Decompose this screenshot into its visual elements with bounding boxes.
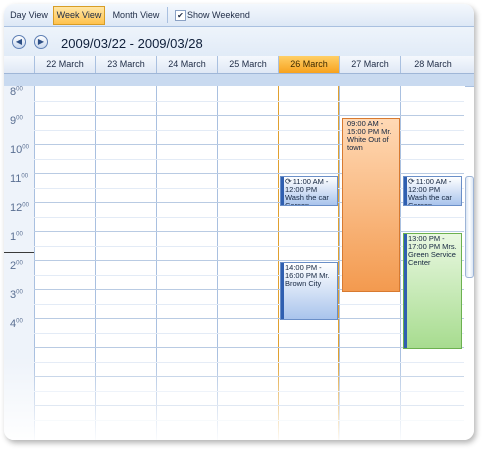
event-status-bar (404, 234, 407, 348)
day-column[interactable] (95, 86, 156, 440)
calendar-window: Day View Week View Month View ✔ Show Wee… (4, 4, 474, 440)
gridline (34, 390, 464, 392)
gridline (34, 405, 464, 406)
hour-label: 100 (10, 231, 23, 243)
day-header-today[interactable]: 26 March (278, 56, 339, 73)
toolbar-separator (167, 7, 168, 23)
day-column[interactable] (34, 86, 95, 440)
hour-label: 1100 (10, 173, 29, 185)
date-range-title: 2009/03/22 - 2009/03/28 (61, 36, 203, 51)
gridline (34, 115, 464, 116)
day-header[interactable]: 28 March (400, 56, 465, 73)
gridline (34, 347, 464, 348)
day-header[interactable]: 27 March (339, 56, 400, 73)
day-column[interactable] (156, 86, 217, 440)
hour-label: 1000 (10, 144, 29, 156)
event-mr-brown[interactable]: 14:00 PM - 16:00 PM Mr. Brown City (280, 262, 338, 320)
hour-label: 800 (10, 86, 23, 98)
hour-label: 900 (10, 115, 23, 127)
event-text: 13:00 PM - 17:00 PM Mrs. Green Service C… (408, 234, 457, 267)
event-text: 09:00 AM - 15:00 PM Mr. White Out of tow… (347, 119, 392, 152)
scrollbar-thumb[interactable] (465, 176, 474, 278)
day-header[interactable]: 24 March (156, 56, 217, 73)
hour-label: 1200 (10, 202, 29, 214)
month-view-button[interactable]: Month View (107, 6, 165, 25)
event-status-bar (281, 177, 284, 205)
arrow-left-icon: ◀ (15, 37, 23, 46)
gridline (34, 361, 464, 363)
day-header-row: 22 March 23 March 24 March 25 March 26 M… (4, 56, 474, 74)
gridline (34, 100, 464, 102)
gridline (34, 332, 464, 334)
arrow-right-icon: ▶ (37, 37, 45, 46)
hour-label: 400 (10, 318, 23, 330)
day-view-button[interactable]: Day View (6, 6, 52, 25)
time-ruler: 800 900 1000 1100 1200 100 200 300 400 (4, 86, 34, 440)
next-week-button[interactable]: ▶ (34, 35, 48, 49)
hour-label: 300 (10, 289, 23, 301)
event-wash-car-28[interactable]: ⟳11:00 AM - 12:00 PM Wash the car Carson (403, 176, 462, 206)
event-mrs-green[interactable]: 13:00 PM - 17:00 PM Mrs. Green Service C… (403, 233, 462, 349)
event-status-bar (404, 177, 407, 205)
show-weekend-checkbox[interactable]: ✔ (175, 10, 186, 21)
date-navigation: ◀ ▶ 2009/03/22 - 2009/03/28 (4, 27, 474, 56)
day-header[interactable]: 22 March (34, 56, 95, 73)
view-toolbar: Day View Week View Month View ✔ Show Wee… (4, 4, 474, 27)
event-status-bar (281, 263, 284, 319)
show-weekend-label: Show Weekend (187, 10, 250, 20)
week-grid: 22 March 23 March 24 March 25 March 26 M… (4, 56, 474, 440)
vertical-scrollbar[interactable] (465, 176, 474, 278)
hour-label: 200 (10, 260, 23, 272)
current-time-marker (4, 252, 34, 253)
gridline (34, 303, 464, 305)
event-text: 14:00 PM - 16:00 PM Mr. Brown City (285, 263, 330, 288)
day-header[interactable]: 23 March (95, 56, 156, 73)
gridline (34, 318, 464, 319)
previous-week-button[interactable]: ◀ (12, 35, 26, 49)
gridline (34, 376, 464, 377)
gridline (34, 419, 464, 421)
event-wash-car-26[interactable]: ⟳11:00 AM - 12:00 PM Wash the car Carson (280, 176, 338, 206)
day-column[interactable] (217, 86, 278, 440)
week-view-button[interactable]: Week View (53, 6, 105, 25)
event-mr-white[interactable]: 09:00 AM - 15:00 PM Mr. White Out of tow… (342, 118, 400, 292)
day-header[interactable]: 25 March (217, 56, 278, 73)
